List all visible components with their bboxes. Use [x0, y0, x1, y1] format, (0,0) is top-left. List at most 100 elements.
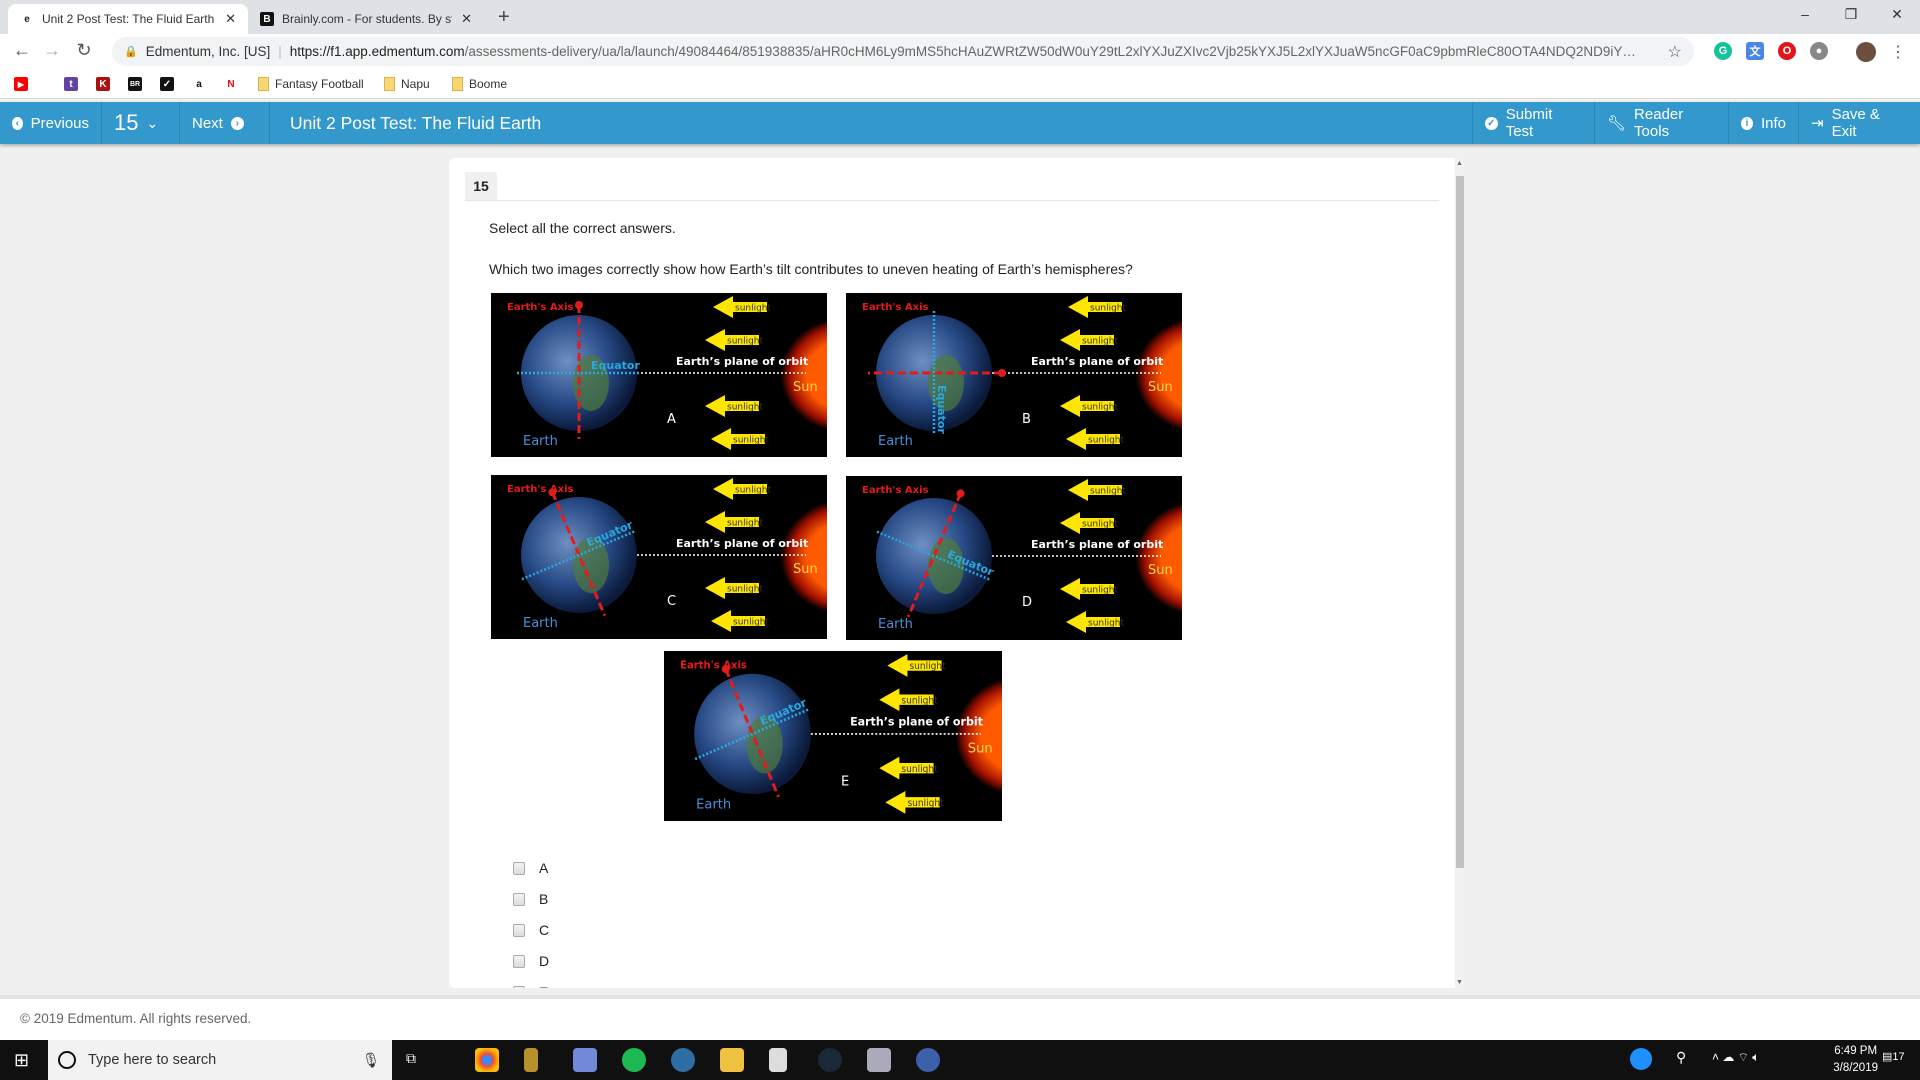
back-icon[interactable]: ←: [10, 40, 34, 61]
twitch-icon[interactable]: t: [64, 77, 78, 91]
nike-icon[interactable]: ✓: [160, 77, 174, 91]
league-taskbar-icon[interactable]: [524, 1048, 538, 1072]
sunlight-label: sunlight: [727, 337, 764, 347]
menu-icon[interactable]: ⋮: [1890, 42, 1906, 62]
bleacher-report-icon[interactable]: BR: [128, 77, 142, 91]
option-a[interactable]: A: [513, 860, 548, 876]
windows-start-icon[interactable]: ⊞: [14, 1050, 29, 1071]
instruction-text: Select all the correct answers.: [489, 220, 676, 236]
previous-button[interactable]: ‹ Previous: [0, 102, 102, 144]
notification-center-icon[interactable]: ▤17: [1882, 1050, 1905, 1063]
scrollbar[interactable]: ▲ ▼: [1455, 158, 1465, 988]
amazon-icon[interactable]: a: [192, 77, 206, 91]
close-tab-icon[interactable]: ✕: [461, 11, 472, 27]
app-taskbar-icon[interactable]: [671, 1048, 695, 1072]
bookmark-label: Fantasy Football: [275, 77, 364, 91]
netflix-icon[interactable]: N: [224, 77, 238, 91]
bookmark-napu[interactable]: Napu: [384, 75, 430, 93]
discord-taskbar-icon[interactable]: [573, 1048, 597, 1072]
forward-icon[interactable]: →: [40, 40, 64, 61]
sunlight-label: sunlight: [1090, 487, 1127, 497]
tray-icons[interactable]: ˄ ☁ ⌔ 🔈︎: [1712, 1050, 1760, 1065]
sunlight-label: sunlight: [1082, 586, 1119, 596]
edmentum-favicon-icon: e: [24, 13, 30, 25]
reload-icon[interactable]: ↻: [72, 40, 96, 61]
opera-icon[interactable]: O: [1778, 42, 1796, 60]
microphone-icon[interactable]: 🎙︎: [362, 1052, 380, 1069]
restore-button[interactable]: ❐: [1836, 6, 1866, 23]
people-icon[interactable]: ⚲: [1676, 1049, 1686, 1066]
sun: [641, 293, 827, 457]
calculator-icon[interactable]: [769, 1048, 787, 1072]
question-number: 15: [114, 110, 139, 135]
earth-label: Earth: [878, 617, 913, 632]
save-exit-button[interactable]: ⇥ Save & Exit: [1798, 102, 1920, 144]
scroll-up-icon[interactable]: ▲: [1456, 160, 1463, 167]
sun-label: Sun: [968, 741, 993, 756]
question-selector[interactable]: 15 ⌄: [102, 102, 180, 144]
option-label: C: [539, 922, 550, 938]
steam-taskbar-icon[interactable]: [818, 1048, 842, 1072]
youtube-icon[interactable]: ▶: [14, 77, 28, 91]
minimize-button[interactable]: –: [1790, 6, 1820, 22]
diagram-image-d: Earth’s plane of orbit Equator Earth's Axi…: [846, 476, 1182, 640]
spotify-taskbar-icon[interactable]: [622, 1048, 646, 1072]
bookmark-star-icon[interactable]: ☆: [1668, 42, 1682, 62]
lock-icon: 🔒: [124, 46, 138, 58]
scrollbar-thumb[interactable]: [1456, 176, 1464, 868]
checkbox[interactable]: [513, 923, 525, 937]
url-bar[interactable]: 🔒 Edmentum, Inc. [US] | https://f1.app.e…: [112, 37, 1694, 66]
folder-icon: [258, 77, 269, 91]
bookmark-fantasy-football[interactable]: Fantasy Football: [258, 75, 364, 93]
chrome-taskbar-icon[interactable]: [475, 1048, 499, 1072]
close-tab-icon[interactable]: ✕: [225, 11, 236, 27]
option-c[interactable]: C: [513, 922, 549, 938]
option-label: B: [539, 891, 549, 907]
option-b[interactable]: B: [513, 891, 548, 907]
translate-icon[interactable]: 文: [1746, 42, 1764, 60]
orbit-label: Earth’s plane of orbit: [850, 715, 983, 728]
address-bar-row: ← → ↻ 🔒 Edmentum, Inc. [US] | https://f1…: [0, 34, 1920, 69]
k-icon[interactable]: K: [96, 77, 110, 91]
checkbox[interactable]: [513, 985, 525, 988]
bookmark-label: Boome: [469, 77, 508, 91]
option-d[interactable]: D: [513, 953, 549, 969]
axis-label: Earth's Axis: [680, 661, 747, 672]
app-taskbar-icon[interactable]: [916, 1048, 940, 1072]
app-taskbar-icon[interactable]: [867, 1048, 891, 1072]
divider: [465, 200, 1439, 201]
file-explorer-icon[interactable]: [720, 1048, 744, 1072]
scroll-down-icon[interactable]: ▼: [1456, 979, 1463, 986]
option-e[interactable]: E: [513, 984, 548, 988]
profile-avatar[interactable]: [1856, 42, 1876, 62]
checkbox[interactable]: [513, 954, 525, 968]
tab-edmentum[interactable]: e Unit 2 Post Test: The Fluid Earth ✕: [8, 4, 248, 34]
diagram-image-b: Earth’s plane of orbit Equator Earth's Axi…: [846, 293, 1182, 457]
tab-brainly[interactable]: B Brainly.com - For students. By stu ✕: [248, 4, 484, 34]
help-icon[interactable]: [1630, 1048, 1652, 1070]
taskbar-search[interactable]: Type here to search 🎙︎: [48, 1040, 392, 1080]
earth-label: Earth: [696, 797, 731, 812]
checkbox[interactable]: [513, 861, 525, 875]
axis-label: Earth's Axis: [862, 485, 929, 496]
axis-pin: [998, 369, 1006, 377]
extension-icon[interactable]: ●: [1810, 42, 1828, 60]
reader-tools-button[interactable]: 🔧︎ Reader Tools: [1594, 102, 1728, 144]
sun: [641, 475, 827, 639]
bookmark-boome[interactable]: Boome: [452, 75, 507, 93]
clock[interactable]: 6:49 PM 3/8/2019: [1833, 1043, 1878, 1077]
grammarly-icon[interactable]: G: [1714, 42, 1732, 60]
close-window-button[interactable]: ✕: [1882, 6, 1912, 23]
sunlight-label: sunlight: [727, 519, 764, 529]
next-button[interactable]: Next ›: [180, 102, 270, 144]
url-host: https://f1.app.edmentum.com: [289, 44, 465, 59]
checkbox[interactable]: [513, 892, 525, 906]
test-title: Unit 2 Post Test: The Fluid Earth: [290, 113, 542, 133]
diagram-image-c: Earth’s plane of orbit Equator Earth's Axi…: [491, 475, 827, 639]
new-tab-button[interactable]: +: [498, 6, 510, 29]
notification-count: 17: [1892, 1051, 1905, 1063]
task-view-icon[interactable]: ⧉: [406, 1050, 416, 1067]
info-button[interactable]: i Info: [1728, 102, 1798, 144]
previous-label: Previous: [30, 114, 89, 132]
submit-test-button[interactable]: ✓ Submit Test: [1472, 102, 1594, 144]
